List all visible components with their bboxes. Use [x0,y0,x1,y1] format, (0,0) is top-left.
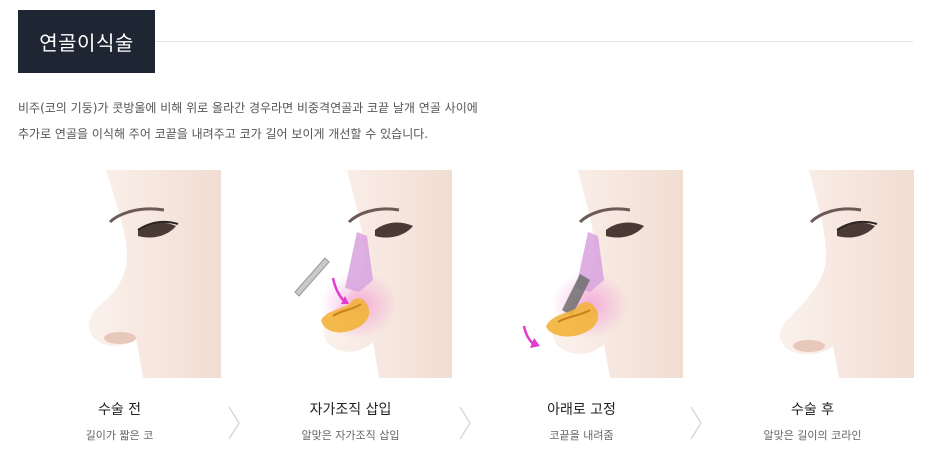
chevron-right-icon [227,405,241,441]
section-description: 비주(코의 기둥)가 콧방울에 비해 위로 올라간 경우라면 비중격연골과 코끝… [18,95,898,147]
section-title-box: 연골이식술 [18,10,155,73]
step-title: 수술 전 [97,402,142,418]
step-caption-after: 수술 후 알맞은 길이의 코라인 [711,400,914,445]
chevron-right-icon [689,405,703,441]
step-image-fixation [480,170,683,378]
step-caption-insertion: 자가조직 삽입 알맞은 자가조직 삽입 [249,400,452,445]
step-subtitle: 길이가 짧은 코 [85,429,154,442]
step-caption-fixation: 아래로 고정 코끝을 내려줌 [480,400,683,445]
step-caption-before: 수술 전 길이가 짧은 코 [18,400,221,445]
description-line-2: 추가로 연골을 이식해 주어 코끝을 내려주고 코가 길어 보이게 개선할 수 … [18,127,429,141]
description-line-1: 비주(코의 기둥)가 콧방울에 비해 위로 올라간 경우라면 비중격연골과 코끝… [18,101,478,115]
step-subtitle: 코끝을 내려줌 [549,429,614,442]
step-subtitle: 알맞은 길이의 코라인 [763,429,862,442]
step-title: 수술 후 [790,402,835,418]
step-image-insertion [249,170,452,378]
title-divider [155,41,913,42]
step-image-after [711,170,914,378]
step-title: 자가조직 삽입 [309,402,392,418]
chevron-right-icon [458,405,472,441]
step-title: 아래로 고정 [547,402,616,418]
section-title: 연골이식술 [39,31,134,55]
step-image-before [18,170,221,378]
step-subtitle: 알맞은 자가조직 삽입 [301,429,400,442]
